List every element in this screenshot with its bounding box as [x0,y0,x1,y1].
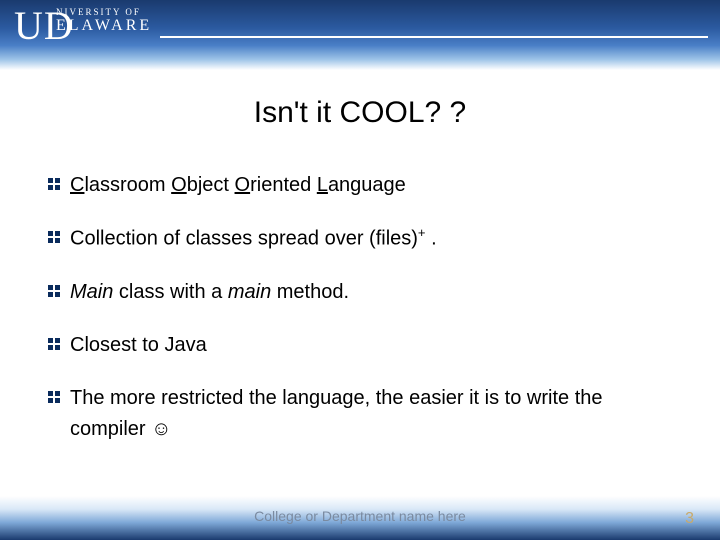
header-divider [160,36,708,38]
bullet-item: Main class with a main method. [48,277,672,308]
bullet-item: Closest to Java [48,330,672,361]
slide-content: Classroom Object Oriented Language Colle… [48,170,672,445]
slide-title: Isn't it COOL? ? [0,96,720,130]
bullet-icon [48,178,60,190]
bullet-icon [48,338,60,350]
slide-header: UD NIVERSITY OF ELAWARE [0,0,720,70]
bullet-item: Classroom Object Oriented Language [48,170,672,201]
university-logo-text: NIVERSITY OF ELAWARE [34,8,152,34]
bullet-item: The more restricted the language, the ea… [48,383,672,445]
bullet-text: Collection of classes spread over (files… [70,223,437,255]
bullet-text: Main class with a main method. [70,277,349,308]
bullet-text: Closest to Java [70,330,207,361]
bullet-icon [48,391,60,403]
logo-line-1: NIVERSITY OF [56,8,152,17]
bullet-text: Classroom Object Oriented Language [70,170,406,201]
bullet-icon [48,231,60,243]
bullet-icon [48,285,60,297]
logo-line-2: ELAWARE [56,18,152,34]
page-number: 3 [685,510,694,528]
footer-department: College or Department name here [0,508,720,524]
bullet-text: The more restricted the language, the ea… [70,383,672,445]
bullet-item: Collection of classes spread over (files… [48,223,672,255]
slide-footer: College or Department name here 3 [0,496,720,540]
